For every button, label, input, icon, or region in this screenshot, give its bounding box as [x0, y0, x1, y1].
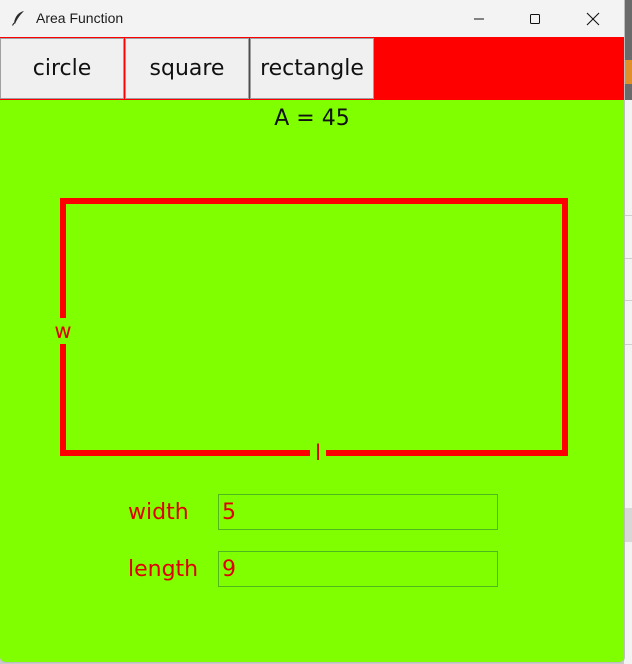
shape-toolbar: circle square rectangle — [0, 37, 624, 100]
rectangle-shape — [60, 198, 568, 456]
minimize-icon — [474, 18, 484, 19]
area-result: A = 45 — [274, 106, 350, 131]
close-button[interactable] — [570, 0, 616, 37]
minimize-button[interactable] — [456, 0, 502, 37]
title-bar: Area Function — [0, 0, 624, 37]
width-marker: w — [53, 318, 73, 344]
background-window — [624, 0, 632, 664]
square-button[interactable]: square — [125, 38, 249, 99]
rectangle-button[interactable]: rectangle — [250, 38, 374, 99]
maximize-button[interactable] — [512, 0, 558, 37]
background-divider — [624, 258, 632, 259]
background-panel — [624, 508, 632, 542]
width-label: width — [128, 500, 189, 525]
length-label: length — [128, 557, 199, 582]
background-strip — [624, 0, 632, 100]
circle-button[interactable]: circle — [0, 38, 124, 99]
app-window: Area Function circle square rectangle A … — [0, 0, 625, 663]
feather-icon — [11, 11, 24, 26]
background-accent — [624, 60, 632, 84]
maximize-icon — [530, 13, 540, 24]
background-divider — [624, 300, 632, 301]
background-divider — [624, 344, 632, 345]
background-divider — [624, 215, 632, 216]
length-marker: l — [310, 440, 326, 466]
length-input[interactable] — [218, 551, 498, 587]
close-icon — [586, 12, 600, 25]
window-title: Area Function — [36, 10, 124, 26]
width-input[interactable] — [218, 494, 498, 530]
